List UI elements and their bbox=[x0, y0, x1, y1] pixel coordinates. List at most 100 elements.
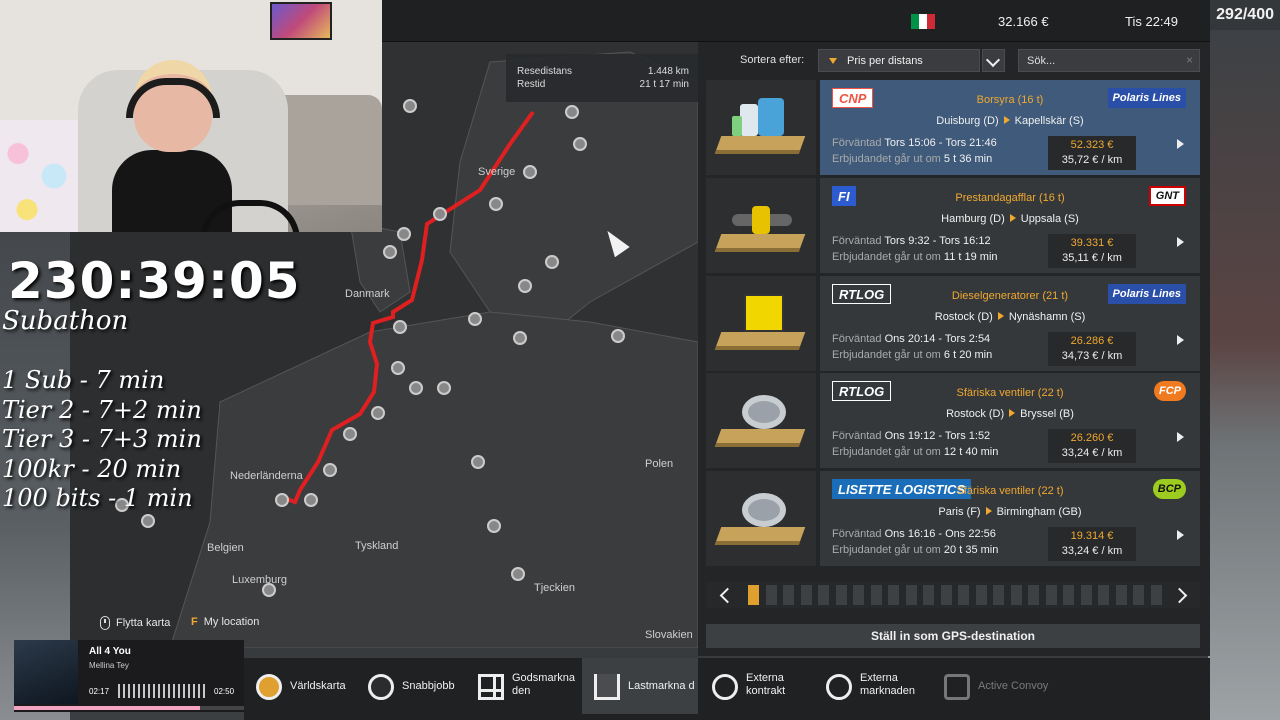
page-indicator[interactable] bbox=[923, 585, 934, 605]
city-pin-icon[interactable] bbox=[545, 255, 559, 269]
cargo-icon bbox=[732, 98, 792, 140]
job-card[interactable]: LISETTE LOGISTICS Sfäriska ventiler (22 t… bbox=[706, 471, 1200, 566]
city-pin-icon[interactable] bbox=[409, 381, 423, 395]
city-pin-icon[interactable] bbox=[393, 320, 407, 334]
set-gps-destination-button[interactable]: Ställ in som GPS-destination bbox=[706, 624, 1200, 648]
city-pin-icon[interactable] bbox=[511, 567, 525, 581]
page-indicator[interactable] bbox=[1080, 585, 1092, 605]
page-indicator[interactable] bbox=[800, 585, 812, 605]
page-indicator[interactable] bbox=[1010, 585, 1022, 605]
city-pin-icon[interactable] bbox=[371, 406, 385, 420]
job-info[interactable]: CNP Borsyra (16 t) Polaris Lines Duisburg (… bbox=[820, 80, 1200, 175]
globe-contract-icon bbox=[712, 674, 738, 700]
nav-item-5[interactable]: Externa marknaden bbox=[814, 658, 930, 714]
offer-time: 12 t 40 min bbox=[943, 446, 999, 458]
city-pin-icon[interactable] bbox=[487, 519, 501, 533]
page-indicator[interactable] bbox=[1045, 585, 1057, 605]
page-indicator[interactable] bbox=[975, 585, 987, 605]
previous-page-icon[interactable] bbox=[716, 586, 734, 604]
city-pin-icon[interactable] bbox=[471, 455, 485, 469]
city-pin-icon[interactable] bbox=[304, 493, 318, 507]
nav-item-3[interactable]: Lastmarkna d bbox=[582, 658, 698, 714]
sort-select[interactable]: Pris per distans bbox=[818, 49, 980, 72]
next-page-icon[interactable] bbox=[1172, 586, 1190, 604]
page-indicator[interactable] bbox=[905, 585, 917, 605]
nav-label: Active Convoy bbox=[978, 680, 1049, 692]
page-indicator[interactable] bbox=[1028, 585, 1039, 605]
city-pin-icon[interactable] bbox=[523, 165, 537, 179]
job-info[interactable]: RTLOG Sfäriska ventiler (22 t) FCP Rostock … bbox=[820, 373, 1200, 468]
nav-item-1[interactable]: Snabbjobb bbox=[356, 658, 464, 714]
page-indicator[interactable] bbox=[870, 585, 882, 605]
city-pin-icon[interactable] bbox=[565, 105, 579, 119]
city-pin-icon[interactable] bbox=[513, 331, 527, 345]
nav-item-4[interactable]: Externa kontrakt bbox=[700, 658, 812, 714]
distance-value: 1.448 km bbox=[647, 66, 689, 77]
page-indicator[interactable] bbox=[783, 585, 794, 605]
page-indicator[interactable] bbox=[1098, 585, 1109, 605]
page-indicator[interactable] bbox=[748, 585, 759, 605]
page-indicator[interactable] bbox=[888, 585, 899, 605]
destination-city: Bryssel (B) bbox=[1020, 408, 1074, 420]
job-price: 26.286 € bbox=[1070, 335, 1114, 347]
chevron-right-icon[interactable] bbox=[1177, 139, 1184, 149]
page-indicator[interactable] bbox=[1063, 585, 1074, 605]
page-indicator[interactable] bbox=[1133, 585, 1144, 605]
stopwatch-icon bbox=[368, 674, 394, 700]
page-indicator[interactable] bbox=[835, 585, 847, 605]
subathon-timer: 230:39:05 bbox=[8, 252, 301, 310]
city-pin-icon[interactable] bbox=[489, 197, 503, 211]
location-key: F bbox=[191, 616, 198, 628]
destination-city: Kapellskär (S) bbox=[1014, 115, 1084, 127]
nav-item-0[interactable]: Världskarta bbox=[244, 658, 354, 714]
sort-dropdown-chevron-icon[interactable] bbox=[982, 49, 1005, 72]
job-card[interactable]: RTLOG Dieselgeneratorer (21 t) Polaris Lin… bbox=[706, 276, 1200, 371]
job-info[interactable]: FI Prestandagafflar (16 t) GNT Hamburg (D) U… bbox=[820, 178, 1200, 273]
page-indicator[interactable] bbox=[1150, 585, 1162, 605]
destination-city: Uppsala (S) bbox=[1020, 213, 1079, 225]
page-indicator[interactable] bbox=[958, 585, 969, 605]
city-pin-icon[interactable] bbox=[397, 227, 411, 241]
city-pin-icon[interactable] bbox=[611, 329, 625, 343]
city-pin-icon[interactable] bbox=[437, 381, 451, 395]
balloons bbox=[0, 120, 90, 232]
city-pin-icon[interactable] bbox=[275, 493, 289, 507]
job-card[interactable]: FI Prestandagafflar (16 t) GNT Hamburg (D) U… bbox=[706, 178, 1200, 273]
chevron-right-icon[interactable] bbox=[1177, 432, 1184, 442]
page-indicator[interactable] bbox=[818, 585, 829, 605]
city-pin-icon[interactable] bbox=[433, 207, 447, 221]
search-input[interactable]: Sök... × bbox=[1018, 49, 1200, 72]
city-pin-icon[interactable] bbox=[391, 361, 405, 375]
job-card[interactable]: RTLOG Sfäriska ventiler (22 t) FCP Rostock … bbox=[706, 373, 1200, 468]
chevron-right-icon[interactable] bbox=[1177, 335, 1184, 345]
move-map-label: Flytta karta bbox=[116, 617, 171, 629]
city-pin-icon[interactable] bbox=[403, 99, 417, 113]
city-pin-icon[interactable] bbox=[573, 137, 587, 151]
page-indicator[interactable] bbox=[993, 585, 1004, 605]
chevron-right-icon[interactable] bbox=[1177, 530, 1184, 540]
city-pin-icon[interactable] bbox=[343, 427, 357, 441]
destination-city: Nynäshamn (S) bbox=[1008, 311, 1086, 323]
city-pin-icon[interactable] bbox=[141, 514, 155, 528]
city-pin-icon[interactable] bbox=[518, 279, 532, 293]
expected-time: Ons 16:16 - Ons 22:56 bbox=[884, 528, 996, 540]
elapsed-time: 02:17 bbox=[89, 687, 110, 696]
page-indicator[interactable] bbox=[765, 585, 777, 605]
job-info[interactable]: LISETTE LOGISTICS Sfäriska ventiler (22 t… bbox=[820, 471, 1200, 566]
my-location-hint[interactable]: F My location bbox=[191, 616, 259, 628]
chevron-right-icon[interactable] bbox=[1177, 237, 1184, 247]
city-pin-icon[interactable] bbox=[323, 463, 337, 477]
job-card[interactable]: CNP Borsyra (16 t) Polaris Lines Duisburg (… bbox=[706, 80, 1200, 175]
page-indicator[interactable] bbox=[940, 585, 952, 605]
page-indicator[interactable] bbox=[1115, 585, 1127, 605]
city-pin-icon[interactable] bbox=[468, 312, 482, 326]
city-pin-icon[interactable] bbox=[383, 245, 397, 259]
recipient-company-logo: Polaris Lines bbox=[1107, 88, 1186, 108]
nav-item-2[interactable]: Godsmarkna den bbox=[466, 658, 580, 714]
job-price: 19.314 € bbox=[1070, 530, 1114, 542]
country-flag-icon bbox=[911, 14, 935, 29]
clear-search-icon[interactable]: × bbox=[1186, 53, 1193, 67]
job-info[interactable]: RTLOG Dieselgeneratorer (21 t) Polaris Lin… bbox=[820, 276, 1200, 371]
route-arrow-icon bbox=[1009, 409, 1016, 417]
page-indicator[interactable] bbox=[853, 585, 864, 605]
